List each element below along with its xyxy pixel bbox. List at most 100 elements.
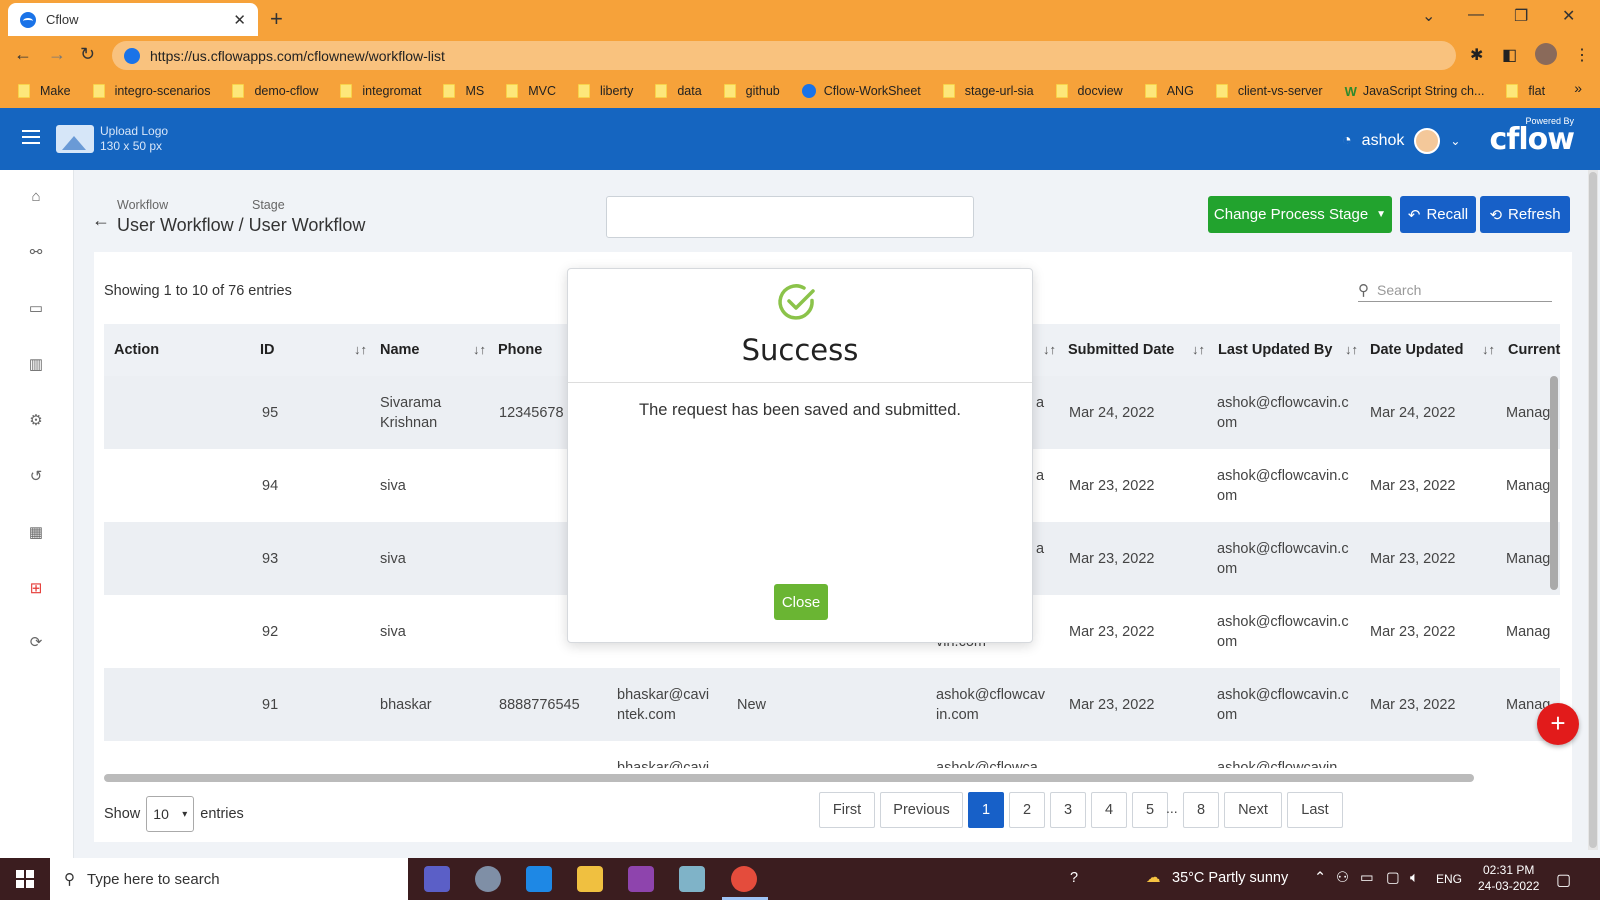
home-icon[interactable]: ⌂ xyxy=(27,188,45,206)
recall-button[interactable]: ↶ Recall xyxy=(1400,196,1476,233)
bookmark-item[interactable]: docview xyxy=(1055,84,1123,98)
clock[interactable]: 02:31 PM 24-03-2022 xyxy=(1478,862,1539,894)
user-avatar[interactable] xyxy=(1414,128,1441,154)
display-icon[interactable]: ▢ xyxy=(1386,870,1400,886)
pager-page-4[interactable]: 4 xyxy=(1091,792,1127,828)
network-icon[interactable]: ⚇ xyxy=(1336,870,1349,886)
bookmarks-more-icon[interactable]: » xyxy=(1574,80,1582,96)
refresh-button[interactable]: ⟲ Refresh xyxy=(1480,196,1570,233)
process-icon[interactable]: ⊞ xyxy=(27,580,45,598)
close-button[interactable]: Close xyxy=(774,584,828,620)
pager-last[interactable]: Last xyxy=(1287,792,1343,828)
column-header-phone[interactable]: Phone xyxy=(498,342,542,358)
chevron-down-icon[interactable]: ⌄ xyxy=(1450,134,1460,148)
chevron-down-icon[interactable]: ⌄ xyxy=(1422,6,1435,26)
battery-icon[interactable]: ▭ xyxy=(1360,870,1374,886)
pager-page-1[interactable]: 1 xyxy=(968,792,1004,828)
logo-placeholder-icon[interactable] xyxy=(56,125,94,153)
bookmark-item[interactable]: MVC xyxy=(506,84,556,98)
column-header-date-updated[interactable]: Date Updated xyxy=(1370,342,1463,358)
pager-page-8[interactable]: 8 xyxy=(1183,792,1219,828)
hamburger-menu-icon[interactable] xyxy=(22,130,40,144)
taskbar-search[interactable]: ⚲ Type here to search xyxy=(50,858,408,900)
user-menu[interactable]: ◔ ashok ⌄ xyxy=(1342,128,1460,154)
top-search-input[interactable] xyxy=(606,196,974,238)
bookmark-item[interactable]: W JavaScript String ch... xyxy=(1345,84,1485,99)
sort-icon[interactable]: ↓↑ xyxy=(1482,342,1495,357)
bookmark-item[interactable]: stage-url-sia xyxy=(942,84,1034,98)
chevron-up-icon[interactable]: ⌃ xyxy=(1314,870,1326,886)
back-arrow-icon[interactable]: ← xyxy=(14,44,32,65)
help-icon[interactable]: ? xyxy=(1070,870,1078,886)
pager-page-5[interactable]: 5 xyxy=(1132,792,1168,828)
bookmark-item[interactable]: MS xyxy=(443,84,484,98)
sort-icon[interactable]: ↓↑ xyxy=(354,342,367,357)
bookmark-item[interactable]: liberty xyxy=(577,84,633,98)
workflow-icon[interactable]: ⚯ xyxy=(27,244,45,262)
sort-icon[interactable]: ↓↑ xyxy=(1192,342,1205,357)
visual-studio-icon[interactable] xyxy=(628,866,654,892)
bookmark-item[interactable]: client-vs-server xyxy=(1215,84,1323,98)
bookmark-item[interactable]: Make xyxy=(18,84,71,98)
new-tab-button[interactable]: + xyxy=(270,6,283,32)
app-icon[interactable] xyxy=(475,866,501,892)
column-header-last-updated-by[interactable]: Last Updated By xyxy=(1218,342,1332,358)
dashboard-icon[interactable]: ▦ xyxy=(27,524,45,542)
browser-menu-icon[interactable]: ⋮ xyxy=(1574,45,1590,65)
bookmark-item[interactable]: flat xyxy=(1506,84,1545,98)
table-search-input[interactable]: ⚲ Search xyxy=(1358,278,1552,302)
volume-icon[interactable]: 🔈︎ xyxy=(1410,870,1419,886)
notifications-icon[interactable]: ▢ xyxy=(1556,870,1571,890)
profile-avatar[interactable] xyxy=(1535,43,1557,65)
pager-next[interactable]: Next xyxy=(1224,792,1282,828)
column-header-action[interactable]: Action xyxy=(114,342,159,358)
windows-start-icon[interactable] xyxy=(16,870,34,888)
add-plus-icon[interactable]: + xyxy=(1537,703,1579,745)
bookmark-item[interactable]: Cflow-WorkSheet xyxy=(801,84,921,98)
bookmark-item[interactable]: ANG xyxy=(1144,84,1194,98)
extensions-icon[interactable]: ✱ xyxy=(1470,45,1483,65)
teams-icon[interactable] xyxy=(424,866,450,892)
history-icon[interactable]: ↺ xyxy=(27,468,45,486)
horizontal-scrollbar[interactable] xyxy=(104,774,1474,782)
notification-icon[interactable]: ◔ xyxy=(1342,132,1352,150)
app-icon[interactable] xyxy=(679,866,705,892)
security-icon[interactable] xyxy=(526,866,552,892)
pager-first[interactable]: First xyxy=(819,792,875,828)
minimize-icon[interactable]: — xyxy=(1468,6,1484,24)
calendar-icon[interactable]: ▭ xyxy=(27,300,45,318)
bookmark-item[interactable]: github xyxy=(723,84,780,98)
page-scrollbar[interactable] xyxy=(1589,172,1597,848)
sort-icon[interactable]: ↓↑ xyxy=(1043,342,1056,357)
close-window-icon[interactable]: ✕ xyxy=(1562,6,1575,26)
sync-icon[interactable]: ⟳ xyxy=(27,634,45,652)
tab-close-icon[interactable]: ✕ xyxy=(233,11,246,29)
column-header-id[interactable]: ID xyxy=(260,342,275,358)
back-arrow-icon[interactable]: ← xyxy=(92,210,110,231)
reports-icon[interactable]: ▥ xyxy=(27,356,45,374)
file-explorer-icon[interactable] xyxy=(577,866,603,892)
pager-previous[interactable]: Previous xyxy=(880,792,963,828)
bookmark-item[interactable]: data xyxy=(655,84,702,98)
restore-icon[interactable]: ❐ xyxy=(1514,6,1528,26)
browser-tab[interactable]: Cflow ✕ xyxy=(8,3,258,36)
user-settings-icon[interactable]: ⚙ xyxy=(27,412,45,430)
change-process-stage-button[interactable]: Change Process Stage ▼ xyxy=(1208,196,1392,233)
column-header-submitted-date[interactable]: Submitted Date xyxy=(1068,342,1174,358)
omnibox[interactable]: https://us.cflowapps.com/cflownew/workfl… xyxy=(112,41,1456,70)
bookmark-item[interactable]: demo-cflow xyxy=(232,84,318,98)
table-vertical-scrollbar[interactable] xyxy=(1550,376,1558,590)
forward-arrow-icon[interactable]: → xyxy=(48,44,66,65)
reload-icon[interactable]: ↻ xyxy=(80,44,95,65)
entries-select[interactable]: 10 ▾ xyxy=(146,796,195,832)
chrome-icon[interactable] xyxy=(731,866,757,892)
column-header-current[interactable]: Current xyxy=(1508,342,1560,358)
sort-icon[interactable]: ↓↑ xyxy=(473,342,486,357)
language-indicator[interactable]: ENG xyxy=(1436,872,1462,886)
sort-icon[interactable]: ↓↑ xyxy=(1345,342,1358,357)
pager-page-2[interactable]: 2 xyxy=(1009,792,1045,828)
bookmark-item[interactable]: integromat xyxy=(340,84,421,98)
pager-page-3[interactable]: 3 xyxy=(1050,792,1086,828)
weather-text[interactable]: 35°C Partly sunny xyxy=(1172,870,1288,886)
side-panel-icon[interactable]: ◧ xyxy=(1502,45,1517,65)
